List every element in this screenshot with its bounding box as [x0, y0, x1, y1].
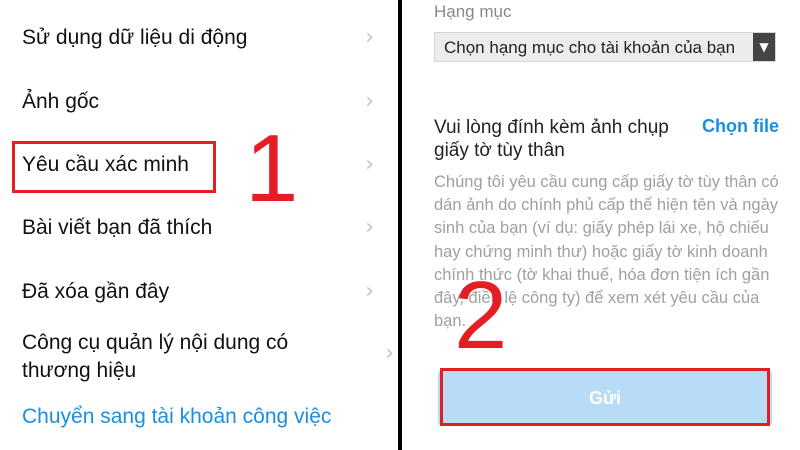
highlight-box-step-1	[12, 141, 216, 193]
highlight-box-step-2	[440, 368, 770, 426]
menu-item-mobile-data[interactable]: Sử dụng dữ liệu di động ›	[22, 24, 378, 52]
category-select-value: Chọn hạng mục cho tài khoản của bạn	[444, 38, 736, 57]
chevron-right-icon: ›	[365, 215, 374, 240]
menu-item-label: Công cụ quản lý nội dung có thương hiệu	[22, 331, 289, 382]
menu-item-label: Ảnh gốc	[22, 90, 100, 113]
chevron-right-icon: ›	[365, 279, 374, 304]
switch-to-business-account-link[interactable]: Chuyển sang tài khoản công việc	[22, 403, 378, 431]
menu-item-branded-content-tools[interactable]: Công cụ quản lý nội dung có thương hiệu	[22, 329, 322, 385]
attach-id-title: Vui lòng đính kèm ảnh chụp giấy tờ tùy t…	[434, 117, 669, 161]
chevron-right-icon: ›	[365, 25, 374, 50]
chevron-right-icon: ›	[365, 89, 374, 114]
dropdown-arrow-icon: ▼	[753, 33, 775, 61]
chevron-right-icon: ›	[385, 341, 394, 366]
menu-item-label: Sử dụng dữ liệu di động	[22, 26, 248, 49]
menu-item-original-photos[interactable]: Ảnh gốc ›	[22, 88, 378, 116]
choose-file-button[interactable]: Chọn file	[702, 116, 779, 137]
settings-menu-panel: Sử dụng dữ liệu di động › Ảnh gốc › Yêu …	[0, 0, 398, 450]
chevron-right-icon: ›	[365, 152, 374, 177]
menu-item-liked-posts[interactable]: Bài viết bạn đã thích ›	[22, 214, 378, 242]
category-select[interactable]: Chọn hạng mục cho tài khoản của bạn ▼	[434, 32, 776, 62]
step-number-2: 2	[454, 262, 508, 369]
step-number-1: 1	[245, 115, 299, 222]
category-label: Hạng mục	[434, 2, 512, 21]
menu-item-recently-deleted[interactable]: Đã xóa gần đây ›	[22, 278, 378, 306]
verification-form-panel: Hạng mục Chọn hạng mục cho tài khoản của…	[402, 0, 800, 450]
menu-item-label: Đã xóa gần đây	[22, 280, 170, 303]
menu-item-label: Bài viết bạn đã thích	[22, 216, 213, 239]
